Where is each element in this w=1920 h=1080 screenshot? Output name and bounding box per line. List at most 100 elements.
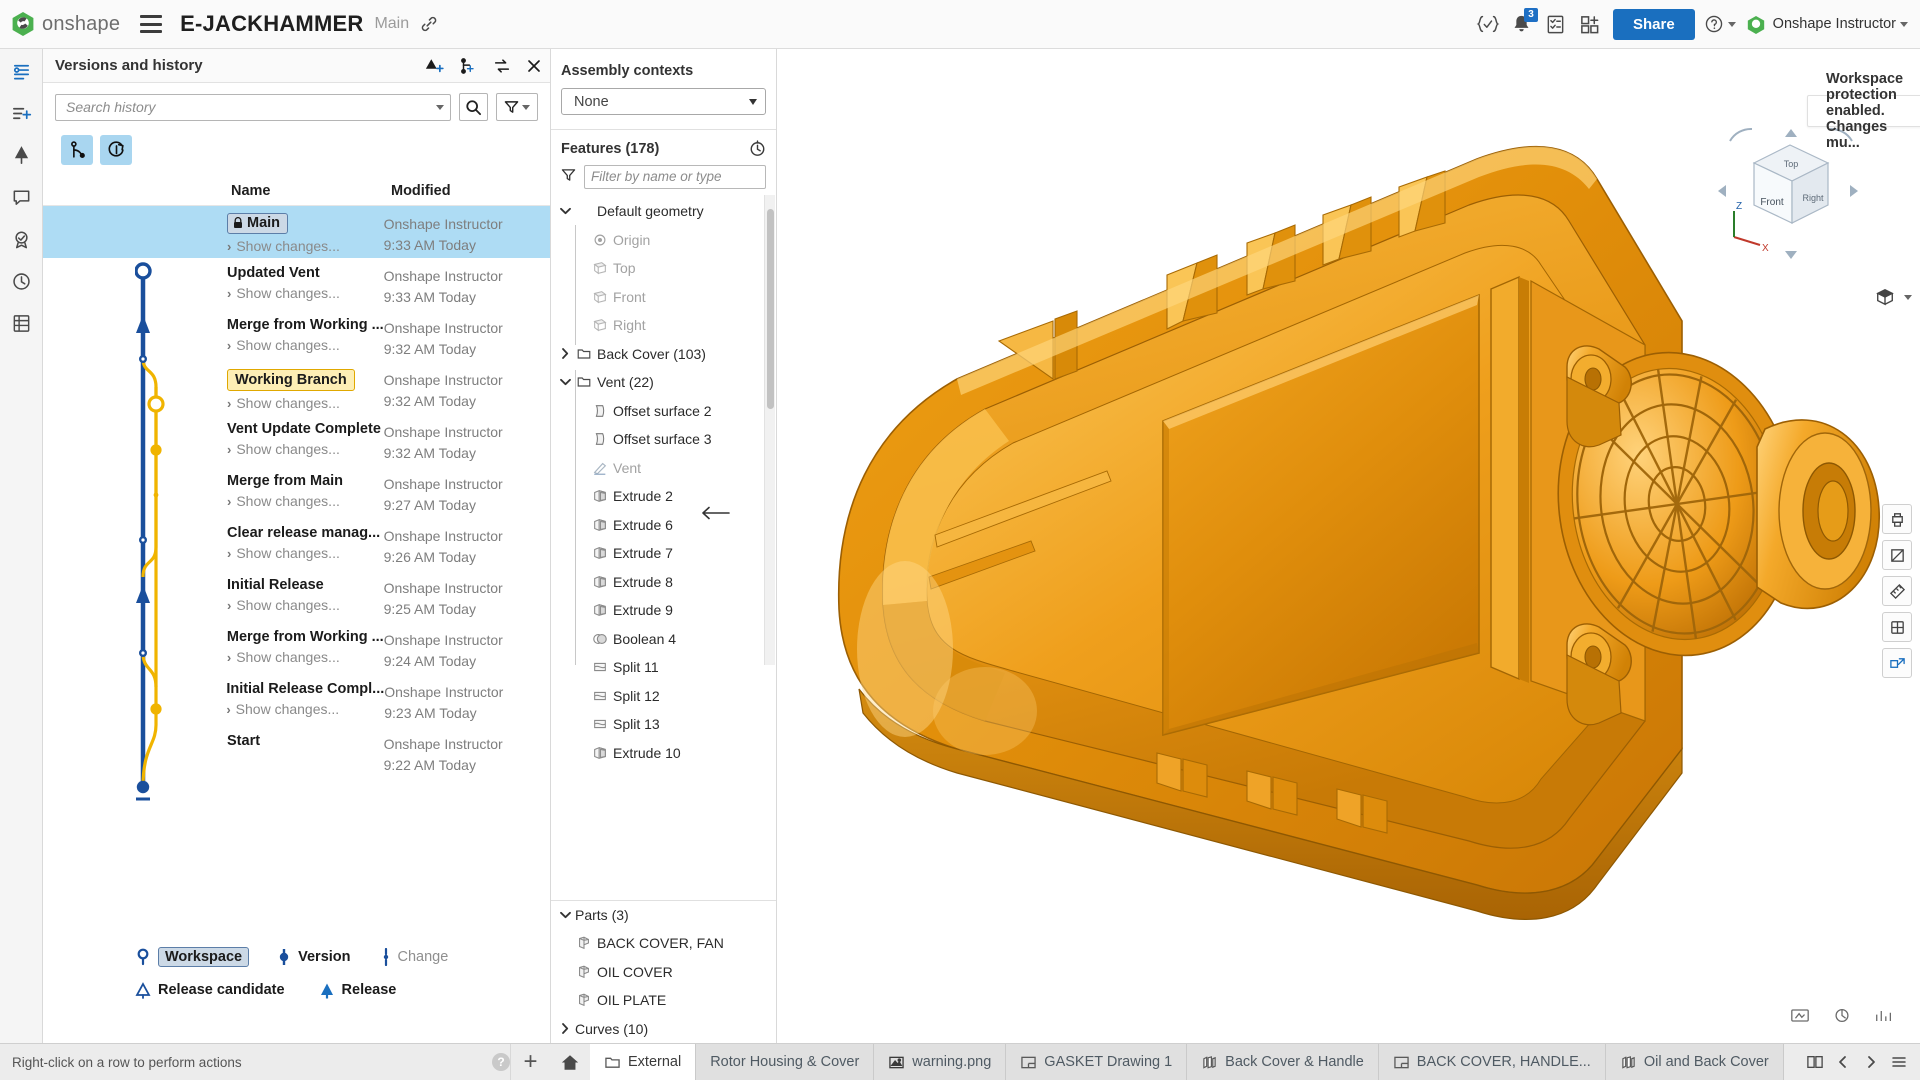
feature-tree-item[interactable]: Split 12 [551, 682, 776, 711]
version-row[interactable]: StartOnshape Instructor9:22 AM Today [43, 726, 550, 778]
version-row[interactable]: Merge from Main›Show changes...Onshape I… [43, 466, 550, 518]
feature-tree-item[interactable]: Right [551, 311, 776, 340]
feature-tree-item[interactable]: Vent (22) [551, 368, 776, 397]
show-changes-link[interactable]: ›Show changes... [227, 441, 384, 457]
bottom-tab[interactable]: Back Cover & Handle [1187, 1044, 1379, 1080]
search-button[interactable] [459, 93, 488, 121]
bottom-tab[interactable]: Rotor Housing & Cover [696, 1044, 874, 1080]
version-row[interactable]: Clear release manag...›Show changes...On… [43, 518, 550, 570]
version-row[interactable]: Vent Update Complete›Show changes...Onsh… [43, 414, 550, 466]
feature-list-icon[interactable] [5, 55, 37, 87]
close-icon[interactable] [526, 58, 542, 74]
chevron-right-icon[interactable] [557, 1023, 573, 1034]
feature-tree-item[interactable]: Extrude 2 [551, 482, 776, 511]
onshape-logo[interactable]: onshape [11, 11, 120, 37]
apps-icon[interactable] [1573, 7, 1607, 41]
create-version-icon[interactable] [424, 57, 444, 75]
assembly-context-select[interactable]: None [561, 88, 766, 115]
feature-tree-item[interactable]: Offset surface 2 [551, 397, 776, 426]
create-branch-icon[interactable] [458, 57, 478, 75]
bottom-tab[interactable]: External [590, 1044, 696, 1080]
curves-group[interactable]: Curves (10) [551, 1015, 776, 1044]
feature-tree-item[interactable]: Offset surface 3 [551, 425, 776, 454]
compare-icon[interactable] [492, 57, 512, 75]
section-view-icon[interactable] [1882, 540, 1912, 570]
tab-list-icon[interactable] [1886, 1047, 1912, 1077]
simulation-icon[interactable] [1832, 1007, 1852, 1029]
show-changes-link[interactable]: ›Show changes... [227, 597, 384, 613]
view-display-menu[interactable] [1874, 287, 1912, 307]
show-changes-link[interactable]: ›Show changes... [227, 545, 384, 561]
bell-icon[interactable]: 3 [1505, 7, 1539, 41]
part-list-item[interactable]: OIL COVER [551, 958, 776, 987]
versions-history-icon[interactable] [5, 139, 37, 171]
feature-tree-item[interactable]: Extrude 8 [551, 568, 776, 597]
feature-tree-item[interactable]: Vent [551, 454, 776, 483]
home-tab-button[interactable] [550, 1044, 590, 1080]
parts-group[interactable]: Parts (3) [551, 901, 776, 930]
tab-next-icon[interactable] [1858, 1047, 1884, 1077]
chevron-down-icon[interactable] [436, 105, 444, 110]
help-icon[interactable]: ? [492, 1053, 510, 1071]
feature-tree-item[interactable]: Extrude 10 [551, 739, 776, 768]
user-menu[interactable]: Onshape Instructor [1746, 14, 1908, 35]
analytics-icon[interactable] [1874, 1007, 1894, 1029]
chevron-right-icon[interactable] [557, 348, 573, 359]
version-row[interactable]: Initial Release Compl...›Show changes...… [43, 674, 550, 726]
feature-tree-item[interactable]: Back Cover (103) [551, 340, 776, 369]
explode-view-icon[interactable] [1882, 648, 1912, 678]
feature-tree-scrollbar[interactable] [764, 195, 775, 665]
version-row[interactable]: Updated Vent›Show changes...Onshape Inst… [43, 258, 550, 310]
version-row[interactable]: Merge from Working ...›Show changes...On… [43, 310, 550, 362]
toggle-branches-button[interactable] [61, 135, 93, 165]
3d-viewport[interactable]: Workspace protection enabled. Changes mu… [777, 49, 1920, 1043]
toggle-history-button[interactable] [100, 135, 132, 165]
tab-overview-icon[interactable] [1802, 1047, 1828, 1077]
version-row[interactable]: Initial Release›Show changes...Onshape I… [43, 570, 550, 622]
feature-tree-item[interactable]: Top [551, 254, 776, 283]
share-button[interactable]: Share [1613, 9, 1695, 40]
feature-filter-input[interactable]: Filter by name or type [584, 165, 766, 189]
version-row[interactable]: Main›Show changes...Onshape Instructor9:… [43, 206, 550, 258]
search-history-field[interactable] [55, 94, 451, 121]
show-changes-link[interactable]: ›Show changes... [227, 493, 384, 509]
rendering-icon[interactable] [1790, 1007, 1810, 1029]
link-icon[interactable] [420, 15, 438, 33]
part-list-item[interactable]: BACK COVER, FAN [551, 929, 776, 958]
revision-history-icon[interactable] [5, 265, 37, 297]
bill-of-materials-icon[interactable] [5, 307, 37, 339]
version-row[interactable]: Working Branch›Show changes...Onshape In… [43, 362, 550, 414]
comments-icon[interactable] [5, 181, 37, 213]
add-tab-button[interactable]: + [510, 1044, 550, 1080]
chevron-down-icon[interactable] [557, 911, 573, 919]
feature-tree-item[interactable]: Split 13 [551, 710, 776, 739]
feature-tree-item[interactable]: Extrude 9 [551, 596, 776, 625]
featurescript-icon[interactable] [1471, 7, 1505, 41]
search-input[interactable] [66, 99, 432, 115]
feature-tree-item[interactable]: Default geometry [551, 197, 776, 226]
feature-tree-item[interactable]: Extrude 7 [551, 539, 776, 568]
history-clock-icon[interactable] [749, 140, 766, 157]
feature-tree-item[interactable]: Boolean 4 [551, 625, 776, 654]
insert-icon[interactable] [5, 97, 37, 129]
measure-icon[interactable] [1882, 576, 1912, 606]
show-changes-link[interactable]: ›Show changes... [227, 238, 384, 254]
bottom-tab[interactable]: warning.png [874, 1044, 1006, 1080]
print-3d-icon[interactable] [1882, 504, 1912, 534]
show-changes-link[interactable]: ›Show changes... [227, 285, 384, 301]
tab-prev-icon[interactable] [1830, 1047, 1856, 1077]
feature-tree-item[interactable]: Front [551, 283, 776, 312]
main-menu-button[interactable] [140, 15, 162, 33]
feature-tree-item[interactable]: Split 11 [551, 653, 776, 682]
release-icon[interactable] [5, 223, 37, 255]
bottom-tab[interactable]: GASKET Drawing 1 [1006, 1044, 1187, 1080]
feature-tree-item[interactable]: Origin [551, 226, 776, 255]
show-changes-link[interactable]: ›Show changes... [227, 337, 384, 353]
feature-tree-item[interactable]: Extrude 6 [551, 511, 776, 540]
tasks-icon[interactable] [1539, 7, 1573, 41]
filter-icon[interactable] [561, 168, 576, 187]
filter-button[interactable] [496, 93, 538, 121]
show-changes-link[interactable]: ›Show changes... [226, 701, 384, 717]
chevron-down-icon[interactable] [557, 378, 573, 386]
show-changes-link[interactable]: ›Show changes... [227, 395, 384, 411]
